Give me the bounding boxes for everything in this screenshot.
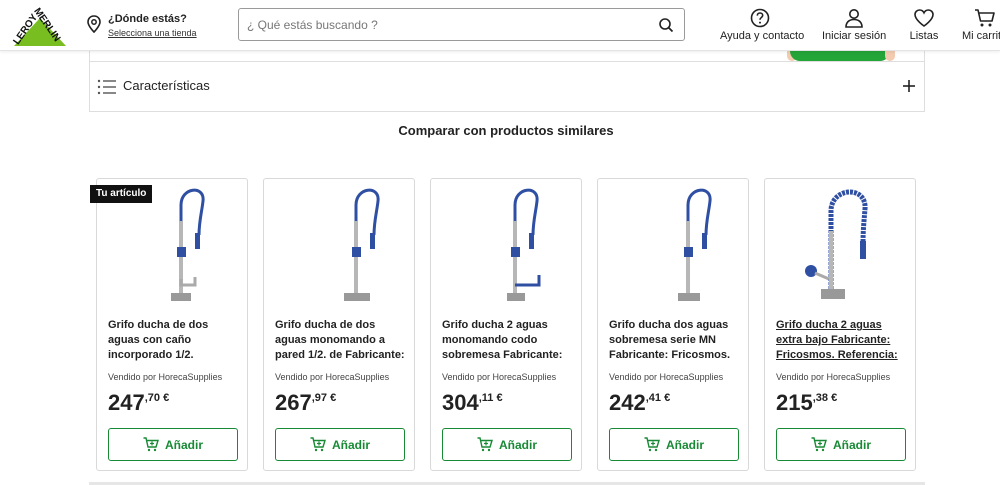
product-card[interactable]: Grifo ducha de dos aguas con caño incorp… <box>96 178 248 471</box>
compare-section-title: Comparar con productos similares <box>398 123 614 138</box>
features-title: Características <box>123 78 210 93</box>
product-name[interactable]: Grifo ducha 2 aguas extra bajo Fabricant… <box>776 318 909 364</box>
product-seller: Vendido por HorecaSupplies <box>609 372 724 382</box>
cart-icon <box>477 437 493 452</box>
cart-icon <box>975 9 995 27</box>
product-card[interactable]: Grifo ducha 2 aguas extra bajo Fabricant… <box>764 178 916 471</box>
product-image <box>805 189 868 299</box>
price-decimal: ,41 € <box>645 392 671 404</box>
price-integer: 215 <box>776 390 813 415</box>
product-price: 304,11 € <box>442 390 503 416</box>
product-price: 215,38 € <box>776 390 837 416</box>
price-decimal: ,70 € <box>144 392 170 404</box>
current-item-badge: Tu artículo <box>90 185 153 203</box>
price-decimal: ,11 € <box>478 392 503 404</box>
list-icon <box>97 79 116 95</box>
user-icon <box>845 9 863 28</box>
help-icon <box>750 8 770 28</box>
search-bar <box>238 8 685 41</box>
product-image <box>344 188 380 301</box>
add-to-cart-button[interactable]: Añadir <box>275 428 405 461</box>
search-icon[interactable] <box>658 17 674 33</box>
add-to-cart-button[interactable]: Añadir <box>442 428 572 461</box>
cart-icon <box>811 437 827 452</box>
cart-icon <box>143 437 159 452</box>
add-to-cart-button[interactable]: Añadir <box>776 428 906 461</box>
product-card[interactable]: Grifo ducha de dos aguas monomando a par… <box>263 178 415 471</box>
price-integer: 267 <box>275 390 312 415</box>
product-seller: Vendido por HorecaSupplies <box>275 372 390 382</box>
cart-icon <box>310 437 326 452</box>
add-button-label: Añadir <box>164 437 203 452</box>
lists-link[interactable]: Listas <box>905 8 943 44</box>
store-question: ¿Dónde estás? <box>108 13 187 25</box>
product-seller: Vendido por HorecaSupplies <box>108 372 223 382</box>
help-contact-label: Ayuda y contacto <box>720 30 805 42</box>
help-contact-link[interactable]: Ayuda y contacto <box>720 8 805 44</box>
heart-icon <box>914 9 934 27</box>
login-label: Iniciar sesión <box>822 30 887 42</box>
product-name[interactable]: Grifo ducha de dos aguas con caño incorp… <box>108 318 241 364</box>
lists-label: Listas <box>909 30 939 42</box>
price-integer: 304 <box>442 390 479 415</box>
product-name[interactable]: Grifo ducha dos aguas sobremesa serie MN… <box>609 318 742 364</box>
add-button-label: Añadir <box>665 437 704 452</box>
product-card[interactable]: Grifo ducha dos aguas sobremesa serie MN… <box>597 178 749 471</box>
product-name[interactable]: Grifo ducha 2 aguas monomando codo sobre… <box>442 318 575 364</box>
hero-image-fragment <box>790 51 890 61</box>
select-store-link[interactable]: Selecciona una tienda <box>108 28 197 38</box>
cart-icon <box>644 437 660 452</box>
add-button-label: Añadir <box>331 437 370 452</box>
product-seller: Vendido por HorecaSupplies <box>442 372 557 382</box>
plus-icon[interactable] <box>902 79 916 93</box>
cart-label: Mi carrito <box>962 30 1000 42</box>
price-integer: 247 <box>108 390 145 415</box>
product-price: 242,41 € <box>609 390 670 416</box>
price-integer: 242 <box>609 390 646 415</box>
features-accordion[interactable]: Características <box>89 51 925 112</box>
product-card[interactable]: Grifo ducha 2 aguas monomando codo sobre… <box>430 178 582 471</box>
product-image <box>507 188 541 301</box>
product-price: 247,70 € <box>108 390 169 416</box>
location-pin-icon <box>87 15 101 33</box>
leroy-merlin-logo[interactable]: LEROY MERLIN <box>4 4 66 46</box>
site-header: LEROY MERLIN ¿Dónde estás? Selecciona un… <box>0 0 1000 51</box>
add-to-cart-button[interactable]: Añadir <box>108 428 238 461</box>
price-decimal: ,38 € <box>812 392 838 404</box>
add-button-label: Añadir <box>832 437 871 452</box>
search-input[interactable] <box>247 15 637 35</box>
product-image <box>678 188 712 301</box>
add-button-label: Añadir <box>498 437 537 452</box>
cart-link[interactable]: Mi carrito <box>962 8 1000 44</box>
add-to-cart-button[interactable]: Añadir <box>609 428 739 461</box>
product-seller: Vendido por HorecaSupplies <box>776 372 891 382</box>
divider <box>90 61 924 62</box>
product-price: 267,97 € <box>275 390 336 416</box>
login-link[interactable]: Iniciar sesión <box>822 8 886 44</box>
product-name[interactable]: Grifo ducha de dos aguas monomando a par… <box>275 318 408 364</box>
hero-image-fragment <box>885 51 895 61</box>
price-decimal: ,97 € <box>311 392 337 404</box>
